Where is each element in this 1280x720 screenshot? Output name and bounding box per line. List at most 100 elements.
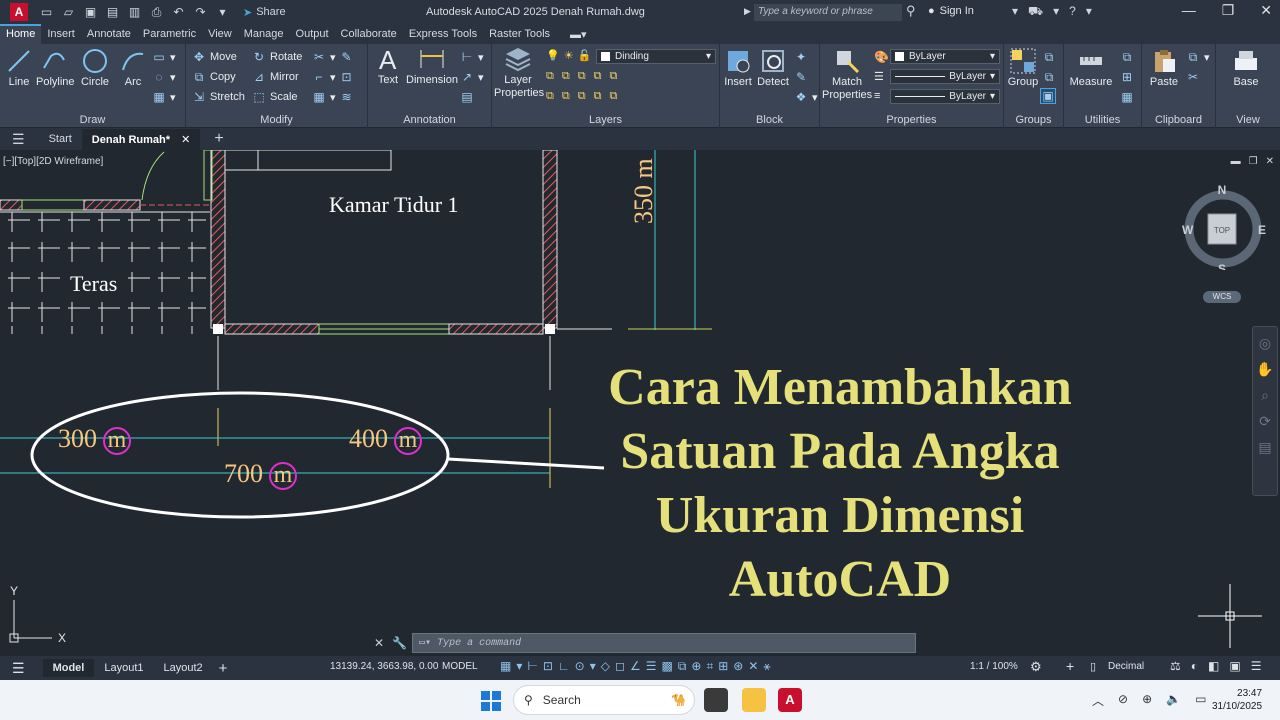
exchange-dropdown-icon[interactable]: ▾ (1053, 4, 1059, 20)
snap-icon[interactable]: ⊢ (527, 659, 537, 674)
auto-scale-icon[interactable]: ⚹ (763, 659, 770, 674)
polyline-tool[interactable]: Polyline (36, 48, 75, 88)
tab-raster-tools[interactable]: Raster Tools (483, 24, 556, 44)
open-file-icon[interactable]: ▱ (62, 5, 75, 19)
viewport-controls-label[interactable]: [−][Top][2D Wireframe] (3, 156, 103, 167)
model-space-toggle[interactable]: MODEL (442, 661, 478, 672)
gizmo-icon[interactable]: ⊛ (733, 659, 743, 674)
steering-wheel-icon[interactable]: ◎ (1256, 335, 1274, 353)
edit-block-tool[interactable]: ✎ (794, 70, 808, 84)
match-properties-tool[interactable]: Match Properties (822, 48, 872, 102)
calculator-tool[interactable]: ▦ (1120, 90, 1134, 104)
modify-panel-label[interactable]: Modify (186, 114, 367, 126)
taskbar-clock[interactable]: 23:47 31/10/2025 (1212, 687, 1262, 713)
compass-north[interactable]: N (1218, 184, 1227, 197)
arc-tool[interactable]: Arc (118, 48, 148, 88)
hatch-tool[interactable]: ◌ ▾ (152, 70, 175, 84)
close-window-icon[interactable]: ✕ (1260, 2, 1272, 19)
wcs-menu[interactable]: WCS (1203, 291, 1241, 303)
add-layout-icon[interactable]: + (219, 660, 228, 677)
windows-start-icon[interactable] (481, 691, 501, 711)
linear-dim-tool[interactable]: ⊢ ▾ (460, 50, 484, 64)
viewport-minimize-icon[interactable]: ▬ (1231, 156, 1241, 167)
tab-layout1[interactable]: Layout1 (94, 659, 153, 677)
tab-denah-rumah[interactable]: Denah Rumah* ✕ (81, 128, 201, 150)
block-attributes-tool[interactable]: ❖ ▾ (794, 90, 818, 104)
sign-in-button[interactable]: ● Sign In (928, 5, 974, 17)
tab-insert[interactable]: Insert (41, 24, 81, 44)
tab-parametric[interactable]: Parametric (137, 24, 202, 44)
compass-east[interactable]: E (1258, 223, 1266, 237)
battery-icon[interactable]: ▭ (1195, 692, 1206, 709)
search-expand-icon[interactable]: ▶ (744, 6, 751, 17)
viewcube-top-face[interactable]: TOP (1214, 226, 1230, 235)
grip-left[interactable] (213, 324, 223, 334)
grid-icon[interactable]: ▦ (500, 659, 511, 674)
group-selection-toggle[interactable]: ▣ (1040, 88, 1056, 104)
lock-ui-icon[interactable]: ◐ (1191, 659, 1198, 673)
grip-right[interactable] (545, 324, 555, 334)
command-input[interactable]: ▭▾ Type a command (412, 633, 916, 653)
viewcube[interactable]: TOP N S W E (1180, 184, 1266, 270)
layer-tools-row2[interactable]: ⧉ ⧉ ⧉ ⧉ ⧉ (546, 90, 617, 103)
search-icon[interactable]: ⚲ (906, 3, 922, 19)
copy-clip-tool[interactable]: ⧉ ▾ (1186, 50, 1210, 64)
color-dropdown[interactable]: ByLayer ▾ (890, 49, 1000, 64)
plot-icon[interactable]: ⎙ (150, 5, 163, 19)
scale-tool[interactable]: ⬚ Scale (252, 90, 297, 104)
tray-overflow-icon[interactable]: ︿ (1092, 692, 1104, 709)
measure-tool[interactable]: Measure (1068, 48, 1114, 88)
pan-icon[interactable]: ✋ (1256, 361, 1274, 379)
task-view-icon[interactable] (704, 688, 728, 712)
rotate-tool[interactable]: ↻ Rotate (252, 50, 302, 64)
ortho-icon[interactable]: ∟ (558, 659, 570, 674)
customization-icon[interactable]: ☰ (1251, 659, 1262, 673)
detect-tool[interactable]: Detect (754, 48, 792, 88)
signin-dropdown-icon[interactable]: ▾ (1012, 4, 1018, 20)
line-tool[interactable]: Line (4, 48, 34, 88)
new-file-icon[interactable]: ▭ (40, 5, 53, 19)
tab-view[interactable]: View (202, 24, 238, 44)
hatch-pattern-tool[interactable]: ▦ ▾ (152, 90, 175, 104)
annotation-monitor-icon[interactable]: + (1066, 658, 1074, 674)
help-dropdown-icon[interactable]: ▾ (1086, 4, 1092, 20)
layers-panel-label[interactable]: Layers (492, 114, 719, 126)
cut-tool[interactable]: ✂ (1186, 70, 1200, 84)
fillet-tool[interactable]: ⌐ ▾ ⊡ (312, 70, 354, 84)
group-tool[interactable]: Group (1006, 48, 1040, 88)
command-close-icon[interactable]: ✕ (374, 636, 384, 650)
tab-annotate[interactable]: Annotate (81, 24, 137, 44)
language-icon[interactable]: ⊕ (1142, 692, 1152, 709)
clean-screen-icon[interactable]: ▣ (1229, 659, 1240, 673)
tab-model[interactable]: Model (42, 659, 95, 677)
minimize-icon[interactable]: — (1182, 2, 1196, 19)
app-store-icon[interactable]: ⛟ (1028, 4, 1043, 20)
tab-collaborate[interactable]: Collaborate (335, 24, 403, 44)
move-tool[interactable]: ✥ Move (192, 50, 237, 64)
linetype-dropdown[interactable]: ByLayer ▾ (890, 89, 1000, 104)
draw-panel-label[interactable]: Draw (0, 114, 185, 126)
command-customize-icon[interactable]: 🔧 (392, 636, 407, 650)
drawing-canvas[interactable]: Y X [−][Top][2D Wireframe] ▬ ❐ ✕ Kamar T… (0, 150, 1280, 656)
lineweight-dropdown[interactable]: ByLayer ▾ (890, 69, 1000, 84)
annotation-panel-label[interactable]: Annotation (368, 114, 491, 126)
properties-panel-label[interactable]: Properties (820, 114, 1003, 126)
text-tool[interactable]: A Text (372, 46, 404, 86)
stretch-tool[interactable]: ⇲ Stretch (192, 90, 245, 104)
3d-osnap-icon[interactable]: ⊕ (691, 659, 701, 674)
tab-output[interactable]: Output (290, 24, 335, 44)
autocad-logo-icon[interactable]: A (10, 3, 28, 21)
tab-start[interactable]: Start (39, 129, 82, 149)
utilities-panel-label[interactable]: Utilities (1064, 114, 1141, 126)
view-panel-label[interactable]: View (1216, 114, 1280, 126)
viewport-restore-icon[interactable]: ❐ (1249, 156, 1258, 167)
zoom-extents-icon[interactable]: ⌕ (1256, 387, 1274, 405)
undo-icon[interactable]: ↶ (172, 5, 185, 19)
units-dropdown[interactable]: Decimal (1108, 661, 1144, 672)
lineweight-toggle-icon[interactable]: ☰ (646, 659, 657, 674)
ribbon-options-icon[interactable]: ▬▾ (556, 24, 593, 44)
rectangle-tool[interactable]: ▭ ▾ (152, 50, 175, 64)
hamburger-menu-icon[interactable]: ☰ (12, 131, 25, 148)
layout-menu-icon[interactable]: ☰ (12, 660, 25, 677)
leader-tool[interactable]: ↗ ▾ (460, 70, 484, 84)
